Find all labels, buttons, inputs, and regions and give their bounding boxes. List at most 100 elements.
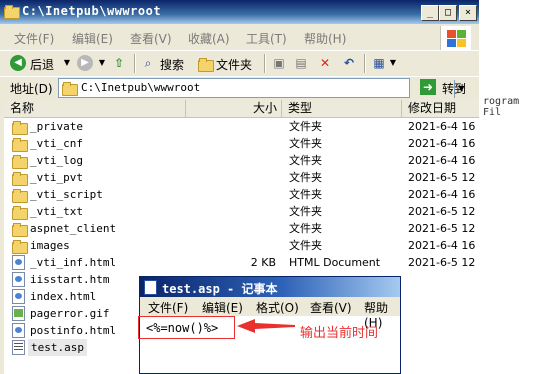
file-name: test.asp	[28, 339, 87, 356]
column-type[interactable]: 类型	[282, 100, 402, 117]
file-date: 2021-6-4 16	[408, 154, 476, 167]
move-to-icon[interactable]: ▣	[272, 56, 286, 70]
notepad-menu-file[interactable]: 文件(F)	[148, 299, 188, 316]
file-type: 文件夹	[289, 137, 322, 150]
folder-icon	[4, 5, 20, 19]
address-value[interactable]: C:\Inetpub\wwwroot	[81, 81, 200, 94]
notepad-menu-bar: 文件(F) 编辑(E) 格式(O) 查看(V) 帮助(H)	[140, 297, 400, 330]
file-type: 文件夹	[289, 154, 322, 167]
copy-to-icon[interactable]: ▤	[294, 56, 308, 70]
column-size[interactable]: 大小	[186, 100, 282, 117]
undo-icon[interactable]: ↶	[342, 56, 356, 70]
file-date: 2021-6-4 16	[408, 120, 476, 133]
menu-bar: 文件(F) 编辑(E) 查看(V) 收藏(A) 工具(T) 帮助(H)	[0, 26, 479, 48]
file-name: images	[30, 239, 70, 252]
toolbar: ◀ 后退 ▼ ▶ ▼ ⇧ ⌕ 搜索 文件夹 ▣ ▤ ✕ ↶ ▦ ▼	[0, 50, 479, 76]
file-row[interactable]: _vti_txt 文件夹 2021-6-5 12	[4, 203, 479, 220]
window-title: C:\Inetpub\wwwroot	[22, 4, 162, 18]
annotation-highlight-box	[138, 316, 235, 339]
menu-file[interactable]: 文件(F)	[14, 30, 54, 47]
toolbar-separator	[364, 54, 366, 73]
up-folder-icon[interactable]: ⇧	[112, 56, 126, 70]
folder-icon	[62, 82, 78, 96]
menu-help[interactable]: 帮助(H)	[304, 30, 346, 47]
views-icon[interactable]: ▦	[372, 56, 386, 70]
file-date: 2021-6-5 12	[408, 205, 476, 218]
folders-button[interactable]: 文件夹	[216, 56, 252, 73]
file-row[interactable]: aspnet_client 文件夹 2021-6-5 12	[4, 220, 479, 237]
views-dropdown-icon[interactable]: ▼	[386, 56, 400, 70]
column-modified[interactable]: 修改日期	[402, 100, 479, 117]
column-name[interactable]: 名称	[4, 100, 186, 117]
menu-edit[interactable]: 编辑(E)	[72, 30, 113, 47]
address-bar: 地址(D) C:\Inetpub\wwwroot ▼ ➜ 转到	[0, 76, 479, 99]
search-icon[interactable]: ⌕	[141, 56, 155, 70]
file-name: iisstart.htm	[30, 273, 110, 286]
go-arrow-icon[interactable]: ➜	[420, 79, 436, 95]
forward-arrow-icon[interactable]: ▶	[77, 55, 93, 71]
file-row[interactable]: _private 文件夹 2021-6-4 16	[4, 118, 479, 135]
file-type: HTML Document	[289, 256, 381, 269]
notepad-menu-edit[interactable]: 编辑(E)	[202, 299, 243, 316]
file-name: postinfo.html	[30, 324, 117, 337]
notepad-titlebar[interactable]: test.asp - 记事本	[140, 277, 400, 297]
file-date: 2021-6-5 12	[408, 222, 476, 235]
menu-view[interactable]: 查看(V)	[130, 30, 172, 47]
toolbar-separator	[264, 54, 266, 73]
search-button[interactable]: 搜索	[160, 56, 184, 73]
menu-favorites[interactable]: 收藏(A)	[188, 30, 230, 47]
file-name: index.html	[30, 290, 97, 303]
forward-dropdown-icon[interactable]: ▼	[95, 56, 109, 70]
minimize-button[interactable]: _	[421, 5, 439, 21]
back-button[interactable]: 后退	[30, 56, 54, 73]
file-type: 文件夹	[289, 239, 322, 252]
notepad-menu-format[interactable]: 格式(O)	[256, 299, 299, 316]
file-row[interactable]: images 文件夹 2021-6-4 16	[4, 237, 479, 254]
explorer-titlebar[interactable]: C:\Inetpub\wwwroot _ □ ×	[0, 0, 479, 24]
column-header: 名称 大小 类型 修改日期	[4, 100, 479, 118]
close-button[interactable]: ×	[459, 5, 477, 21]
file-date: 2021-6-5 12	[408, 171, 476, 184]
asp-file-icon	[12, 340, 25, 360]
file-size: 2 KB	[250, 256, 276, 269]
back-dropdown-icon[interactable]: ▼	[60, 56, 74, 70]
maximize-button[interactable]: □	[439, 5, 457, 21]
file-name: aspnet_client	[30, 222, 117, 235]
file-type: 文件夹	[289, 120, 322, 133]
file-date: 2021-6-4 16	[408, 137, 476, 150]
file-name: _private	[30, 120, 83, 133]
file-date: 2021-6-4 16	[408, 239, 476, 252]
file-row[interactable]: _vti_script 文件夹 2021-6-4 16	[4, 186, 479, 203]
file-type: 文件夹	[289, 171, 322, 184]
notepad-icon	[144, 280, 157, 295]
back-arrow-icon[interactable]: ◀	[10, 55, 26, 71]
file-name: _vti_pvt	[30, 171, 83, 184]
file-name: _vti_script	[30, 188, 103, 201]
annotation-text: 输出当前时间	[300, 326, 379, 341]
file-row[interactable]: _vti_log 文件夹 2021-6-4 16	[4, 152, 479, 169]
menu-tools[interactable]: 工具(T)	[246, 30, 287, 47]
file-type: 文件夹	[289, 205, 322, 218]
notepad-title: test.asp - 记事本	[162, 282, 278, 296]
address-input[interactable]: C:\Inetpub\wwwroot ▼	[58, 78, 468, 98]
delete-icon[interactable]: ✕	[318, 56, 332, 70]
file-name: _vti_log	[30, 154, 83, 167]
background-window-text: rogram Fil	[483, 96, 520, 118]
file-row[interactable]: _vti_cnf 文件夹 2021-6-4 16	[4, 135, 479, 152]
file-name: _vti_inf.html	[30, 256, 117, 269]
annotation-arrow-icon	[237, 319, 295, 333]
file-row[interactable]: _vti_inf.html 2 KB HTML Document 2021-6-5 1…	[4, 254, 479, 271]
file-name: pagerror.gif	[30, 307, 110, 320]
windows-logo-icon	[440, 26, 471, 50]
file-name: _vti_txt	[30, 205, 83, 218]
address-label: 地址(D)	[10, 82, 53, 96]
file-date: 2021-6-4 16	[408, 188, 476, 201]
go-label[interactable]: 转到	[442, 80, 466, 97]
folders-icon[interactable]	[198, 58, 214, 72]
go-button[interactable]: ➜ 转到	[418, 77, 474, 97]
file-row[interactable]: _vti_pvt 文件夹 2021-6-5 12	[4, 169, 479, 186]
notepad-menu-view[interactable]: 查看(V)	[310, 299, 352, 316]
file-type: 文件夹	[289, 222, 322, 235]
toolbar-separator	[134, 54, 136, 73]
file-type: 文件夹	[289, 188, 322, 201]
